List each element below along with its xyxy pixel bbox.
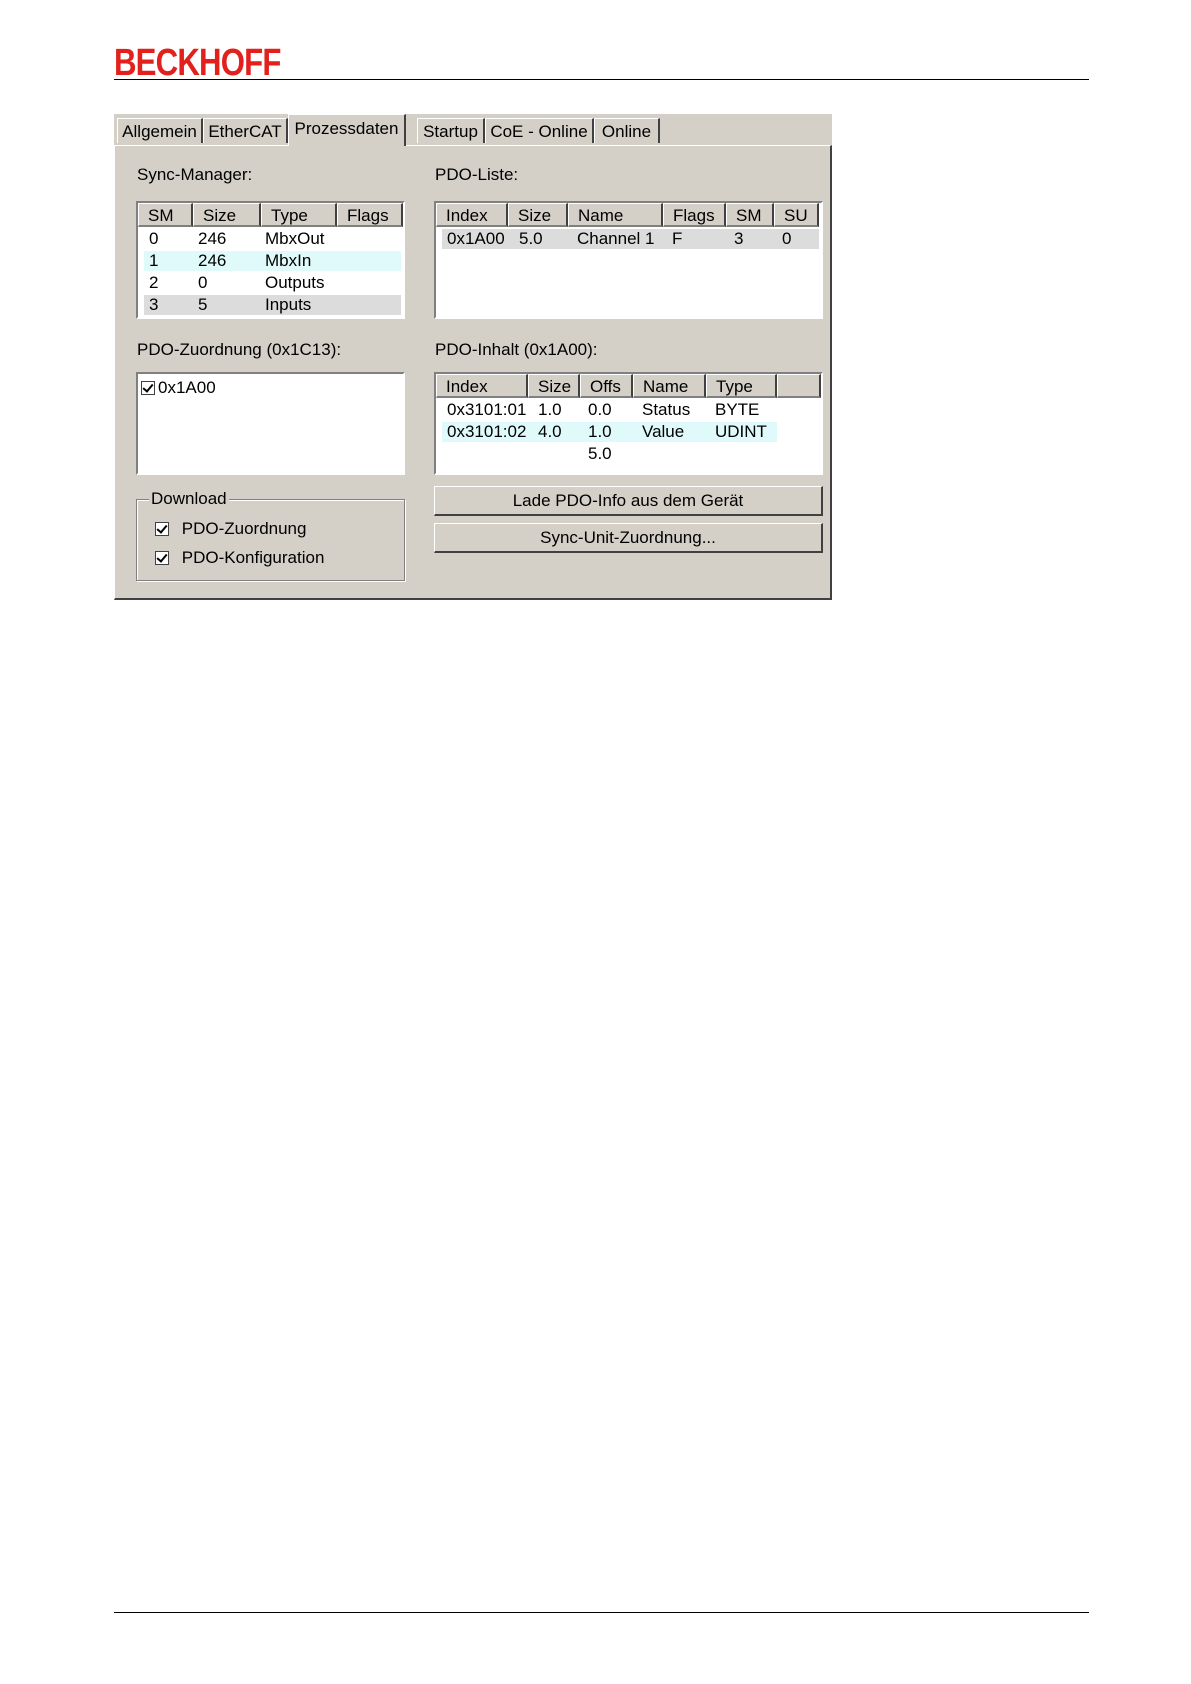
column-header-offs[interactable]: Offs bbox=[580, 374, 633, 398]
column-header-flags[interactable]: Flags bbox=[337, 203, 403, 227]
tab-coe-online[interactable]: CoE - Online bbox=[485, 118, 594, 143]
tab-allgemein[interactable]: Allgemein bbox=[117, 118, 203, 143]
sync-manager-label: Sync-Manager: bbox=[137, 165, 253, 184]
column-header-name[interactable]: Name bbox=[568, 203, 663, 227]
pdo-content-list[interactable]: Index Size Offs Name Type 0x3101:01 1.0 … bbox=[434, 372, 823, 475]
download-group: Download PDO-Zuordnung PDO-Konfiguration bbox=[136, 489, 405, 581]
column-header-size[interactable]: Size bbox=[528, 374, 580, 398]
column-header-sm[interactable]: SM bbox=[726, 203, 774, 227]
tab-strip: Allgemein EtherCAT Prozessdaten Startup … bbox=[114, 114, 832, 146]
properties-window: Allgemein EtherCAT Prozessdaten Startup … bbox=[114, 114, 832, 600]
column-header-flags[interactable]: Flags bbox=[663, 203, 726, 227]
column-header-su[interactable]: SU bbox=[774, 203, 819, 227]
table-row[interactable]: 0x3101:01 1.0 0.0 Status BYTE bbox=[442, 400, 777, 420]
column-header-size[interactable]: Size bbox=[508, 203, 568, 227]
table-row[interactable]: 0x1A00 5.0 Channel 1 F 3 0 bbox=[442, 229, 819, 249]
download-assignment-option[interactable]: PDO-Zuordnung bbox=[155, 519, 306, 539]
pdo-assignment-list[interactable]: 0x1A00 bbox=[136, 372, 405, 475]
pdo-0x1a00-checkbox[interactable] bbox=[141, 381, 155, 395]
table-row[interactable]: 3 5 Inputs bbox=[144, 295, 401, 315]
tab-startup[interactable]: Startup bbox=[417, 118, 485, 143]
tab-prozessdaten[interactable]: Prozessdaten bbox=[288, 114, 406, 146]
column-header-index[interactable]: Index bbox=[436, 374, 528, 398]
column-header-name[interactable]: Name bbox=[633, 374, 706, 398]
sync-unit-assignment-button[interactable]: Sync-Unit-Zuordnung... bbox=[434, 523, 823, 553]
load-pdo-info-button[interactable]: Lade PDO-Info aus dem Gerät bbox=[434, 486, 823, 516]
prozessdaten-page: Sync-Manager: SM Size Type Flags 0 246 M… bbox=[114, 145, 832, 600]
table-row[interactable]: 2 0 Outputs bbox=[144, 273, 401, 293]
column-header-type[interactable]: Type bbox=[261, 203, 337, 227]
tab-ethercat[interactable]: EtherCAT bbox=[203, 118, 288, 143]
tab-online[interactable]: Online bbox=[594, 118, 660, 143]
table-row[interactable]: 0 246 MbxOut bbox=[144, 229, 401, 249]
column-header-blank[interactable] bbox=[777, 374, 821, 398]
footer-rule bbox=[114, 1612, 1089, 1613]
header-rule bbox=[114, 79, 1089, 80]
table-row[interactable]: 1 246 MbxIn bbox=[144, 251, 401, 271]
column-header-index[interactable]: Index bbox=[436, 203, 508, 227]
pdo-assignment-label: PDO-Zuordnung (0x1C13): bbox=[137, 340, 342, 359]
table-row[interactable]: 5.0 bbox=[442, 444, 777, 464]
download-config-option[interactable]: PDO-Konfiguration bbox=[155, 548, 324, 568]
pdo-content-label: PDO-Inhalt (0x1A00): bbox=[435, 340, 598, 359]
download-assignment-checkbox[interactable] bbox=[155, 522, 169, 536]
download-config-checkbox[interactable] bbox=[155, 551, 169, 565]
column-header-sm[interactable]: SM bbox=[138, 203, 193, 227]
pdo-list-label: PDO-Liste: bbox=[435, 165, 519, 184]
column-header-size[interactable]: Size bbox=[193, 203, 261, 227]
table-row[interactable]: 0x3101:02 4.0 1.0 Value UDINT bbox=[442, 422, 777, 442]
list-item[interactable]: 0x1A00 bbox=[141, 378, 341, 398]
download-group-title: Download bbox=[149, 489, 229, 509]
pdo-list[interactable]: Index Size Name Flags SM SU 0x1A00 5.0 C… bbox=[434, 201, 823, 319]
sync-manager-list[interactable]: SM Size Type Flags 0 246 MbxOut 1 246 Mb… bbox=[136, 201, 405, 319]
column-header-type[interactable]: Type bbox=[706, 374, 777, 398]
